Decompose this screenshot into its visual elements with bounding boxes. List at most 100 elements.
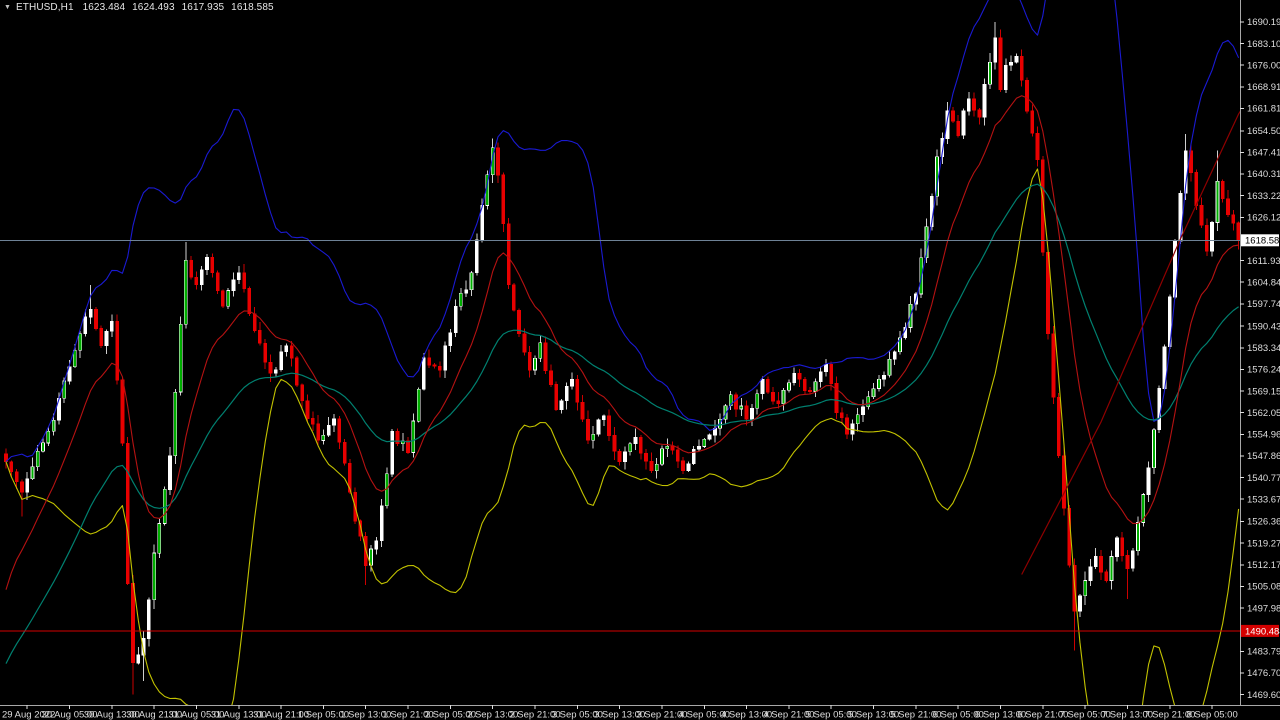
bull-candle-body	[988, 62, 991, 84]
symbol-timeframe-label: ETHUSD,H1	[16, 2, 74, 13]
bull-candle-body	[1115, 538, 1118, 557]
bull-candle-body	[740, 406, 743, 409]
bear-candle-body	[269, 362, 272, 373]
bull-candle-body	[629, 444, 632, 452]
ohlc-low-value: 1617.935	[182, 2, 225, 13]
bear-candle-body	[248, 289, 251, 314]
bear-candle-body	[216, 273, 219, 291]
bull-candle-body	[571, 379, 574, 386]
price-axis-label: 1683.100	[1247, 39, 1280, 50]
bear-candle-body	[809, 391, 812, 392]
bull-candle-body	[655, 464, 658, 471]
bear-candle-body	[512, 285, 515, 310]
bull-candle-body	[1089, 567, 1092, 581]
price-axis-label: 1540.770	[1247, 473, 1280, 484]
bear-candle-body	[830, 364, 833, 384]
bull-candle-body	[412, 421, 415, 453]
bear-candle-body	[190, 260, 193, 277]
bull-candle-body	[565, 386, 568, 401]
bear-candle-body	[1232, 215, 1235, 223]
bull-candle-body	[698, 446, 701, 449]
bull-candle-body	[200, 270, 203, 285]
bull-candle-body	[52, 420, 55, 431]
bull-candle-body	[1147, 468, 1150, 495]
bull-candle-body	[1084, 581, 1087, 596]
bull-candle-body	[1094, 556, 1097, 567]
bear-candle-body	[1205, 225, 1208, 251]
bull-candle-body	[417, 389, 420, 421]
price-axis-label: 1547.865	[1247, 451, 1280, 462]
chart-background	[0, 0, 1280, 720]
price-axis-label: 1576.245	[1247, 365, 1280, 376]
bull-candle-body	[169, 456, 172, 490]
bull-candle-body	[333, 419, 336, 425]
bear-candle-body	[798, 373, 801, 379]
bear-candle-body	[676, 450, 679, 461]
bull-candle-body	[42, 443, 45, 451]
bull-candle-body	[322, 435, 325, 440]
bear-candle-body	[407, 441, 410, 453]
ohlc-high-value: 1624.493	[132, 2, 175, 13]
bear-candle-body	[1057, 397, 1060, 455]
bull-candle-body	[89, 309, 92, 317]
price-axis-label: 1626.125	[1247, 213, 1280, 224]
bear-candle-body	[338, 419, 341, 442]
bear-candle-body	[1031, 111, 1034, 133]
bear-candle-body	[317, 424, 320, 440]
bull-candle-body	[761, 379, 764, 393]
price-axis-label: 1519.270	[1247, 538, 1280, 549]
bear-candle-body	[116, 321, 119, 380]
bull-candle-body	[825, 364, 828, 372]
bear-candle-body	[343, 442, 346, 463]
mt4-chart-window: 1690.1951683.1001676.0051668.9101661.815…	[0, 0, 1280, 720]
bull-candle-body	[782, 390, 785, 403]
bear-candle-body	[735, 395, 738, 409]
bear-candle-body	[650, 461, 653, 471]
bull-candle-body	[661, 449, 664, 464]
ohlc-open-value: 1623.484	[83, 2, 126, 13]
bear-candle-body	[999, 38, 1002, 90]
bull-candle-body	[375, 541, 378, 549]
bear-candle-body	[1126, 556, 1129, 569]
bull-candle-body	[862, 407, 865, 415]
bear-candle-body	[846, 418, 849, 435]
bull-candle-body	[232, 280, 235, 291]
bull-candle-body	[883, 375, 886, 379]
bear-candle-body	[671, 446, 674, 450]
bear-candle-body	[428, 358, 431, 365]
bull-candle-body	[872, 389, 875, 397]
bull-candle-body	[206, 257, 209, 270]
bull-candle-body	[110, 321, 113, 331]
price-axis-label: 1512.175	[1247, 560, 1280, 571]
bull-candle-body	[1216, 181, 1219, 222]
bear-candle-body	[433, 365, 436, 366]
ohlc-close-value: 1618.585	[231, 2, 274, 13]
order-price-badge-text: 1490.484	[1245, 626, 1280, 637]
bear-candle-body	[1221, 181, 1224, 199]
bull-candle-body	[856, 415, 859, 424]
bull-candle-body	[666, 446, 669, 449]
bull-candle-body	[687, 464, 690, 471]
order-price-badge: 1490.484	[1241, 625, 1280, 637]
bear-candle-body	[576, 379, 579, 402]
bear-candle-body	[586, 419, 589, 440]
bear-candle-body	[1052, 334, 1055, 398]
bull-candle-body	[31, 467, 34, 479]
bull-candle-body	[967, 99, 970, 111]
price-axis-label: 1597.745	[1247, 299, 1280, 310]
bull-candle-body	[391, 431, 394, 474]
price-axis-label: 1590.435	[1247, 321, 1280, 332]
bear-candle-body	[1020, 56, 1023, 80]
price-chart[interactable]: 1690.1951683.1001676.0051668.9101661.815…	[0, 0, 1280, 720]
bear-candle-body	[766, 379, 769, 392]
bull-candle-body	[1158, 389, 1161, 430]
bear-candle-body	[94, 309, 97, 328]
bull-candle-body	[1110, 556, 1113, 580]
bear-candle-body	[438, 366, 441, 370]
price-axis-label: 1647.410	[1247, 148, 1280, 159]
bear-candle-body	[258, 331, 261, 344]
bear-candle-body	[1237, 223, 1240, 240]
bull-candle-body	[444, 346, 447, 370]
bear-candle-body	[1100, 556, 1103, 572]
bear-candle-body	[581, 402, 584, 419]
